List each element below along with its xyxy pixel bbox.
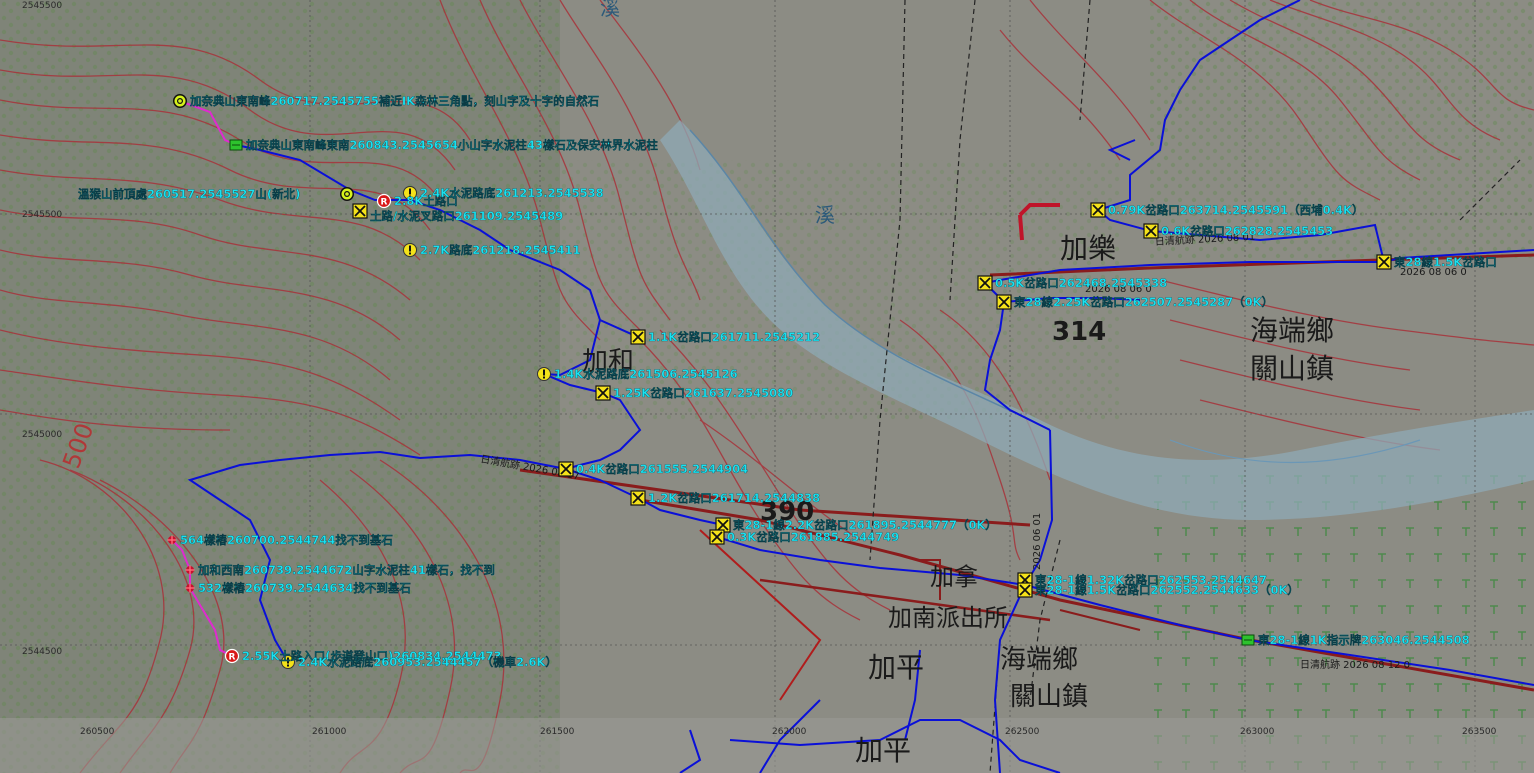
grid-x4: 262000 — [772, 727, 807, 737]
township-guanshan-2: 關山鎮 — [1010, 682, 1088, 712]
warning-icon[interactable] — [537, 367, 551, 381]
grid-y3: 2544500 — [22, 647, 62, 657]
grid-x7: 263500 — [1462, 727, 1497, 737]
flag-icon[interactable] — [229, 139, 243, 151]
waypoint-label: 2.4K水泥路底260953.2544457（機車2.6K） — [298, 655, 557, 669]
elevation-314: 314 — [1052, 317, 1106, 347]
waypoint-label: 0.5K岔路口262468.2545338 — [995, 276, 1167, 290]
township-haiduan-2: 海端鄉 — [1000, 645, 1078, 675]
place-name-jiana: 加拿 — [930, 563, 978, 591]
junction-icon[interactable] — [558, 461, 574, 477]
junction-icon[interactable] — [630, 490, 646, 506]
junction-icon[interactable] — [630, 329, 646, 345]
waypoint-label: 0.3K岔路口261885.2544749 — [727, 530, 899, 544]
road-note: 日清航跡 2026 08 12 0 — [1300, 658, 1410, 671]
restaurant-icon[interactable]: R — [224, 648, 240, 664]
waypoint-label: 1.2K岔路口261714.2544838 — [648, 491, 820, 505]
svg-text:R: R — [381, 198, 388, 208]
road-note: 2026 06 01 — [1032, 513, 1043, 570]
svg-text:R: R — [229, 653, 236, 663]
place-name-jianan-police: 加南派出所 — [888, 604, 1008, 632]
waypoint-label: 532樣樁260739.2544634找不到基石 — [198, 581, 411, 595]
junction-icon[interactable] — [709, 529, 725, 545]
junction-icon[interactable] — [352, 203, 368, 219]
flag-icon[interactable] — [1241, 634, 1255, 646]
warning-icon[interactable] — [403, 243, 417, 257]
waypoint-label: 東28-1線1K指示牌263046.2544508 — [1258, 633, 1470, 647]
waypoint-label: 1.4K水泥路底261506.2545126 — [554, 367, 738, 381]
township-guanshan: 關山鎮 — [1250, 352, 1334, 385]
junction-icon[interactable] — [595, 385, 611, 401]
grid-x3: 261500 — [540, 727, 575, 737]
junction-icon[interactable] — [1090, 202, 1106, 218]
waypoint-label: 1.1K岔路口261711.2545212 — [648, 330, 820, 344]
grid-x5: 262500 — [1005, 727, 1040, 737]
stream-label-2: 溪 — [600, 0, 620, 20]
junction-icon[interactable] — [1017, 582, 1033, 598]
topographic-map[interactable]: 加和 加樂 314 390 海端鄉 關山鎮 加拿 加南派出所 加平 海端鄉 關山… — [0, 0, 1534, 773]
waypoint-label: 東28線2.25K岔路口262507.2545287（0K） — [1014, 295, 1273, 309]
junction-icon[interactable] — [977, 275, 993, 291]
waypoint-label: 0.6K岔路口262828.2545453 — [1161, 224, 1333, 238]
waypoint-label: 564樣樁260700.2544744找不到基石 — [180, 533, 393, 547]
waypoint-label: 0.4K岔路口261555.2544904 — [576, 462, 748, 476]
junction-icon[interactable] — [1376, 254, 1392, 270]
waypoint-label: 溫猴山前頂處260517.2545527山(新北) — [78, 187, 300, 201]
waypoint-label: 加和西南260739.2544672山字水泥柱41樣石，找不到 — [197, 563, 495, 577]
place-name-jiaping: 加平 — [868, 651, 924, 684]
grid-y-top: 2545500 — [22, 1, 62, 11]
waypoint-label: 2.7K路底261218.2545411 — [420, 243, 581, 257]
grid-x6: 263000 — [1240, 727, 1275, 737]
waypoint-label: 東28線1.5K岔路口 — [1394, 255, 1497, 269]
waypoint-label: 0.79K岔路口263714.2545591（西埔0.4K） — [1108, 203, 1363, 217]
summit-icon[interactable] — [173, 94, 187, 108]
place-name-jiale: 加樂 — [1060, 232, 1116, 265]
junction-icon[interactable] — [996, 294, 1012, 310]
grid-x1: 260500 — [80, 727, 115, 737]
junction-icon[interactable] — [1143, 223, 1159, 239]
grid-x2: 261000 — [312, 727, 347, 737]
stream-label: 溪 — [815, 203, 835, 227]
summit-icon[interactable] — [340, 187, 354, 201]
township-haiduan: 海端鄉 — [1250, 314, 1334, 347]
waypoint-label: 土路/水泥叉路口261109.2545489 — [370, 209, 563, 223]
waypoint-label: 1.25K岔路口261637.2545080 — [613, 386, 793, 400]
place-name-jiaping-2: 加平 — [855, 734, 911, 767]
waypoint-label: 2.4K水泥路底261213.2545538 — [420, 186, 604, 200]
grid-y1: 2545500 — [22, 210, 62, 220]
waypoint-label: 東28-1線1.5K岔路口262552.2544633（0K） — [1035, 583, 1299, 597]
waypoint-label: 加奈典山東南峰260717.2545755補近IK森林三角點，刻山字及十字的自然… — [189, 94, 599, 108]
grid-y2: 2545000 — [22, 430, 62, 440]
waypoint-label: 加奈典山東南峰東南260843.2545654小山字水泥柱43樣石及保安林界水泥… — [245, 138, 658, 152]
restaurant-icon[interactable]: R — [376, 193, 392, 209]
